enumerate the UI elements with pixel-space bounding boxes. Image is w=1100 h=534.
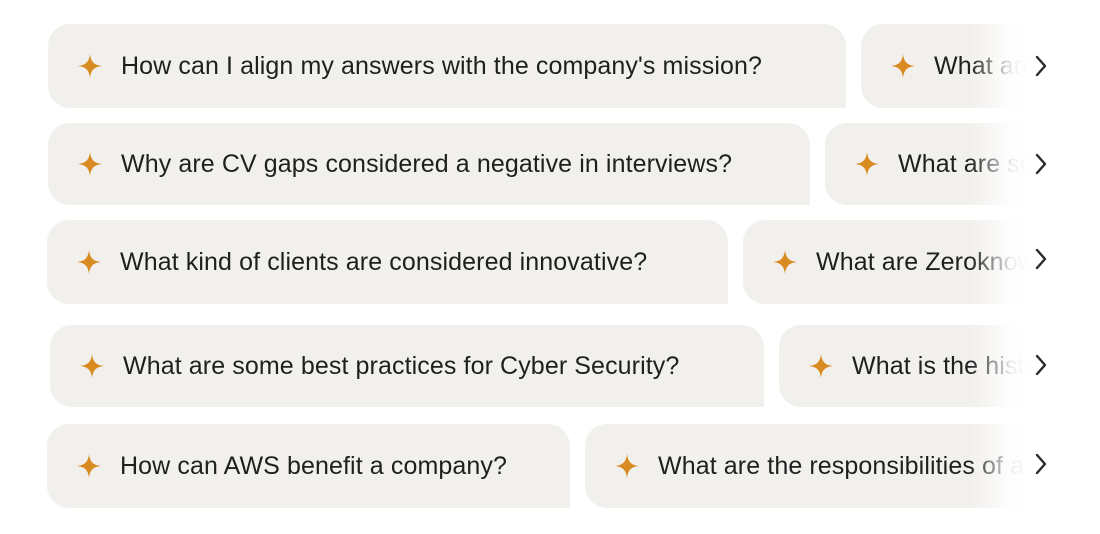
suggestion-chip[interactable]: What are some best practices for Cyber S… — [50, 325, 764, 407]
sparkle-icon — [75, 452, 103, 480]
scroll-right-button[interactable] — [1028, 350, 1054, 380]
scroll-right-button[interactable] — [1028, 149, 1054, 179]
sparkle-icon — [853, 150, 881, 178]
suggestion-chip[interactable]: What are the responsibilities of a produ… — [585, 424, 1030, 508]
suggestion-row: Why are CV gaps considered a negative in… — [0, 123, 1100, 207]
chevron-right-icon — [1034, 152, 1048, 176]
suggestion-row: What are some best practices for Cyber S… — [0, 325, 1100, 409]
row-scroll-area[interactable]: Why are CV gaps considered a negative in… — [0, 123, 1030, 207]
suggestion-chip[interactable]: What are the company's core values? — [861, 24, 1030, 108]
row-scroll-area[interactable]: What kind of clients are considered inno… — [0, 220, 1030, 304]
sparkle-icon — [889, 52, 917, 80]
suggestion-label: What is the history of the company? — [852, 351, 1030, 380]
suggestion-label: What kind of clients are considered inno… — [120, 247, 648, 276]
suggestion-chip[interactable]: How can AWS benefit a company? — [47, 424, 570, 508]
chevron-right-icon — [1034, 452, 1048, 476]
suggestion-label: How can I align my answers with the comp… — [121, 51, 762, 80]
suggestion-label: What are some best practices for Cyber S… — [123, 351, 680, 380]
row-scroll-area[interactable]: How can AWS benefit a company? What are … — [0, 424, 1030, 508]
suggestion-chip[interactable]: What is the history of the company? — [779, 325, 1030, 407]
scroll-right-button[interactable] — [1028, 449, 1054, 479]
suggestion-chip[interactable]: What kind of clients are considered inno… — [47, 220, 728, 304]
sparkle-icon — [613, 452, 641, 480]
sparkle-icon — [76, 52, 104, 80]
suggestion-label: Why are CV gaps considered a negative in… — [121, 149, 733, 178]
suggestion-chip[interactable]: What are some common interview mistakes? — [825, 123, 1030, 205]
scroll-right-button[interactable] — [1028, 51, 1054, 81]
suggestion-label: What are the company's core values? — [934, 51, 1030, 80]
suggestion-row: How can AWS benefit a company? What are … — [0, 424, 1100, 508]
chevron-right-icon — [1034, 54, 1048, 78]
suggestion-label: What are Zeroknowledge proofs? — [816, 247, 1030, 276]
sparkle-icon — [78, 352, 106, 380]
suggestion-label: What are the responsibilities of a produ… — [658, 451, 1030, 480]
sparkle-icon — [807, 352, 835, 380]
chevron-right-icon — [1034, 353, 1048, 377]
suggestion-chip[interactable]: Why are CV gaps considered a negative in… — [48, 123, 810, 205]
suggestion-label: What are some common interview mistakes? — [898, 149, 1030, 178]
suggestion-row: What kind of clients are considered inno… — [0, 220, 1100, 304]
suggestion-chip[interactable]: What are Zeroknowledge proofs? — [743, 220, 1030, 304]
row-scroll-area[interactable]: What are some best practices for Cyber S… — [0, 325, 1030, 409]
row-scroll-area[interactable]: How can I align my answers with the comp… — [0, 24, 1030, 108]
sparkle-icon — [75, 248, 103, 276]
suggestion-chip[interactable]: How can I align my answers with the comp… — [48, 24, 846, 108]
chevron-right-icon — [1034, 247, 1048, 271]
suggestion-label: How can AWS benefit a company? — [120, 451, 507, 480]
sparkle-icon — [771, 248, 799, 276]
suggestion-carousel: How can I align my answers with the comp… — [0, 0, 1100, 534]
suggestion-row: How can I align my answers with the comp… — [0, 24, 1100, 108]
scroll-right-button[interactable] — [1028, 244, 1054, 274]
sparkle-icon — [76, 150, 104, 178]
